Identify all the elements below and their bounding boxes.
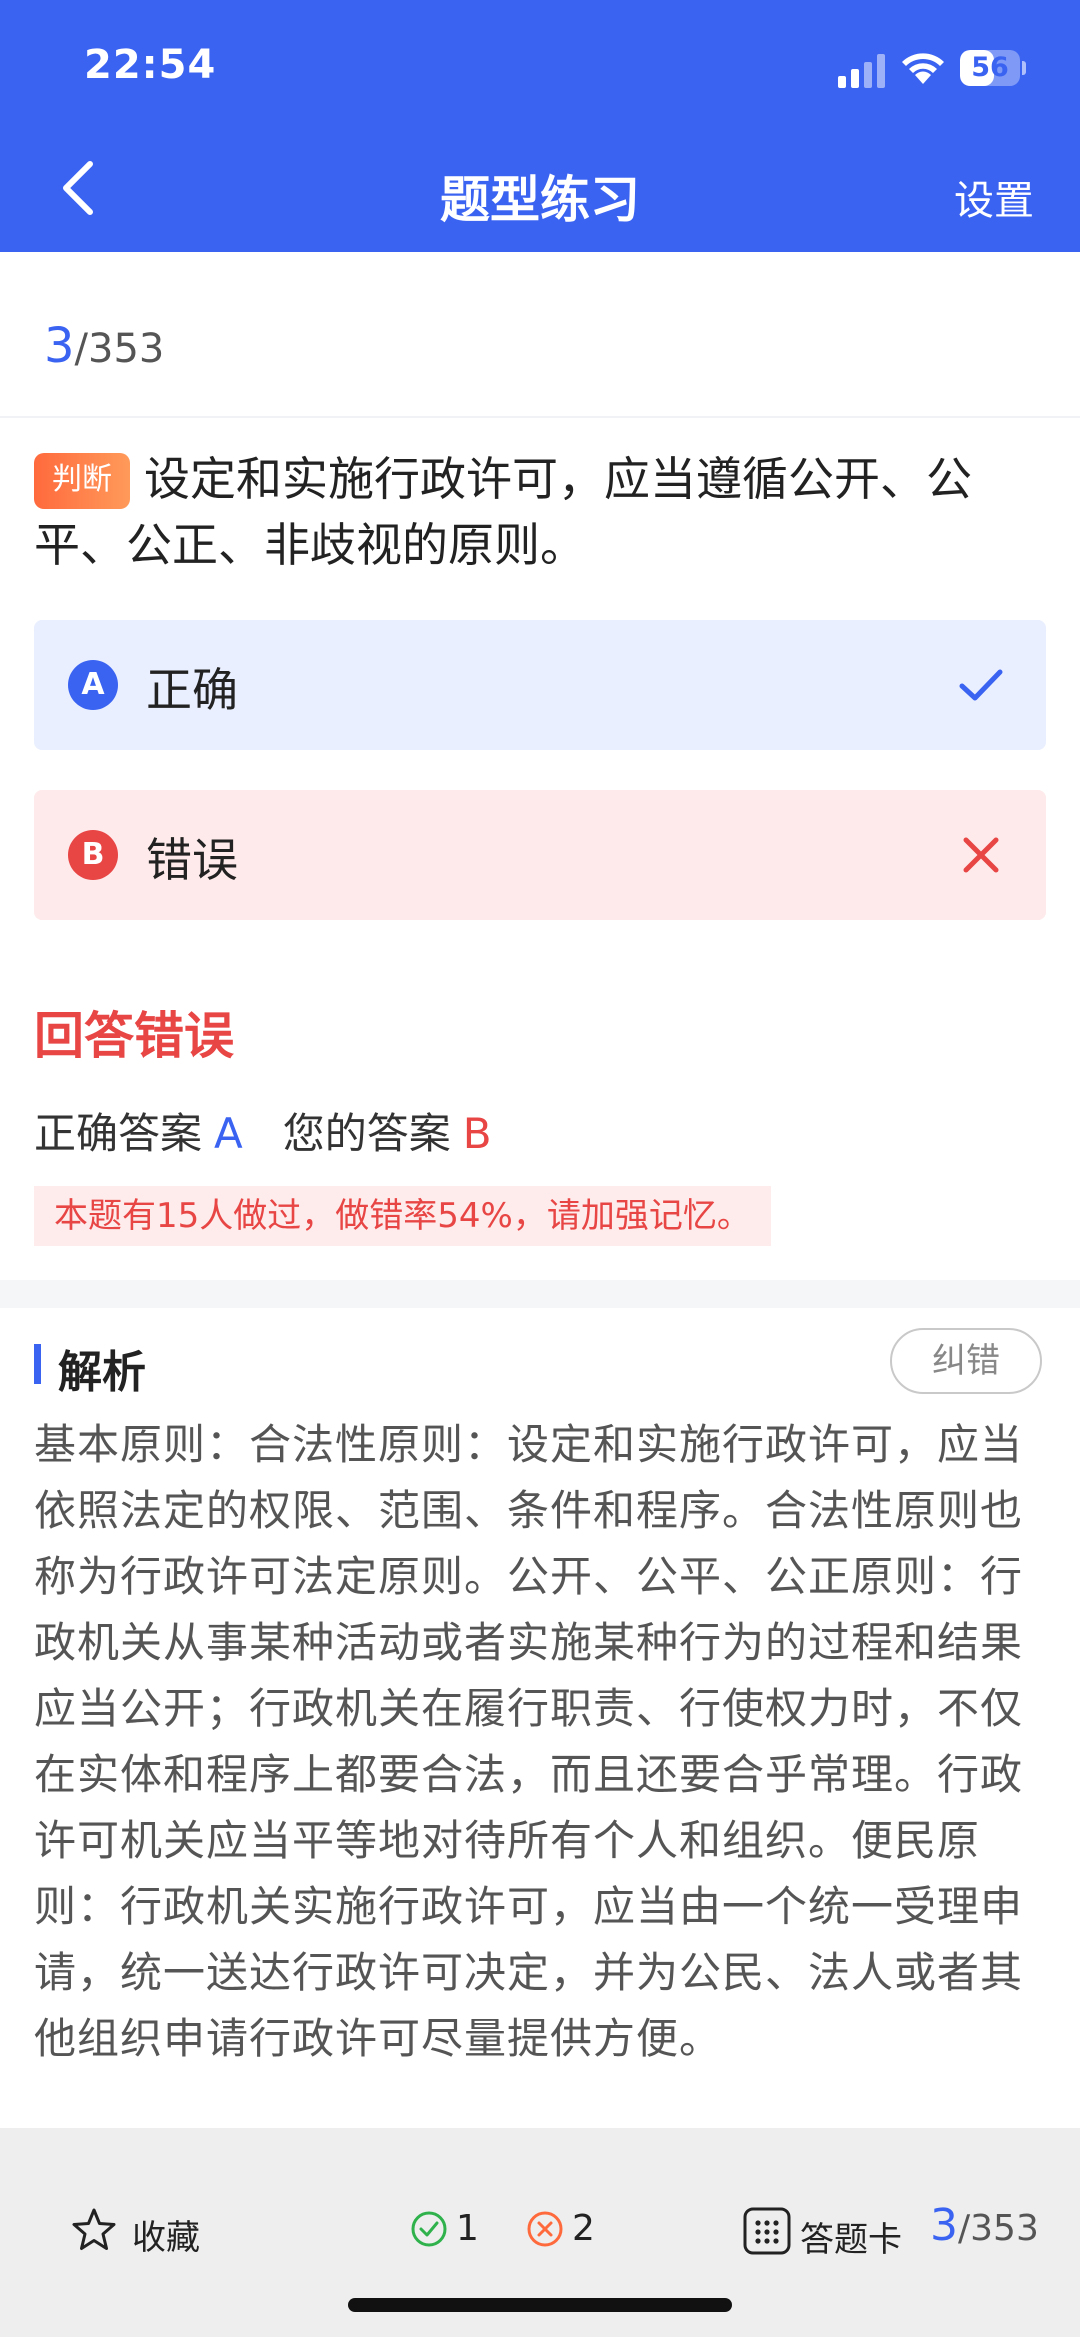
report-error-button[interactable]: 纠错 bbox=[890, 1328, 1042, 1394]
option-text: 错误 bbox=[146, 833, 238, 887]
your-answer-label: 您的答案 bbox=[282, 1109, 451, 1158]
cross-circle-icon bbox=[527, 2211, 563, 2247]
check-circle-icon bbox=[411, 2211, 447, 2247]
settings-button[interactable]: 设置 bbox=[954, 168, 1034, 226]
correct-count-value: 1 bbox=[456, 2208, 479, 2249]
progress-current: 3 bbox=[44, 318, 75, 374]
option-b[interactable]: B 错误 bbox=[34, 790, 1046, 920]
favorite-label: 收藏 bbox=[132, 2218, 200, 2258]
app-header: 22:54 56 题型练习 设置 bbox=[0, 0, 1080, 252]
home-indicator[interactable] bbox=[348, 2298, 732, 2312]
bottom-progress-current: 3 bbox=[930, 2200, 958, 2251]
question-type-badge: 判断 bbox=[34, 453, 130, 509]
divider bbox=[0, 416, 1080, 418]
wrong-count-value: 2 bbox=[572, 2208, 595, 2249]
wifi-icon bbox=[902, 53, 944, 84]
answer-summary: 正确答案 A 您的答案 B bbox=[34, 1100, 492, 1161]
option-text: 正确 bbox=[146, 663, 238, 717]
analysis-title: 解析 bbox=[58, 1347, 146, 1398]
star-icon bbox=[72, 2208, 116, 2250]
analysis-body: 基本原则：合法性原则：设定和实施行政许可，应当依照法定的权限、范围、条件和程序。… bbox=[34, 1420, 1024, 2063]
battery-indicator: 56 bbox=[960, 50, 1026, 86]
bottom-progress-total: /353 bbox=[958, 2208, 1039, 2249]
error-rate-note: 本题有15人做过，做错率54%，请加强记忆。 bbox=[34, 1186, 771, 1246]
status-time: 22:54 bbox=[84, 42, 217, 88]
section-divider bbox=[0, 1280, 1080, 1308]
option-letter: B bbox=[68, 830, 118, 880]
option-a[interactable]: A 正确 bbox=[34, 620, 1046, 750]
question-text: 设定和实施行政许可，应当遵循公开、公平、公正、非歧视的原则。 bbox=[34, 452, 972, 572]
option-letter: A bbox=[68, 660, 118, 710]
result-title: 回答错误 bbox=[34, 1007, 234, 1065]
your-answer-value: B bbox=[462, 1109, 492, 1158]
bottom-progress: 3/353 bbox=[930, 2200, 1039, 2251]
question-progress: 3/353 bbox=[44, 318, 164, 374]
grid-icon bbox=[743, 2207, 791, 2255]
question-stem: 判断 设定和实施行政许可，应当遵循公开、公平、公正、非歧视的原则。 bbox=[34, 446, 1044, 578]
correct-answer-value: A bbox=[214, 1109, 243, 1158]
battery-level: 56 bbox=[971, 52, 1009, 83]
correct-answer-label: 正确答案 bbox=[34, 1109, 203, 1158]
page-title: 题型练习 bbox=[440, 171, 640, 229]
cross-icon bbox=[963, 837, 999, 873]
cellular-signal-icon bbox=[838, 54, 885, 88]
answer-card-label: 答题卡 bbox=[800, 2220, 902, 2260]
progress-total: /353 bbox=[74, 326, 165, 372]
section-accent-bar bbox=[34, 1344, 41, 1384]
check-icon bbox=[959, 669, 1003, 701]
